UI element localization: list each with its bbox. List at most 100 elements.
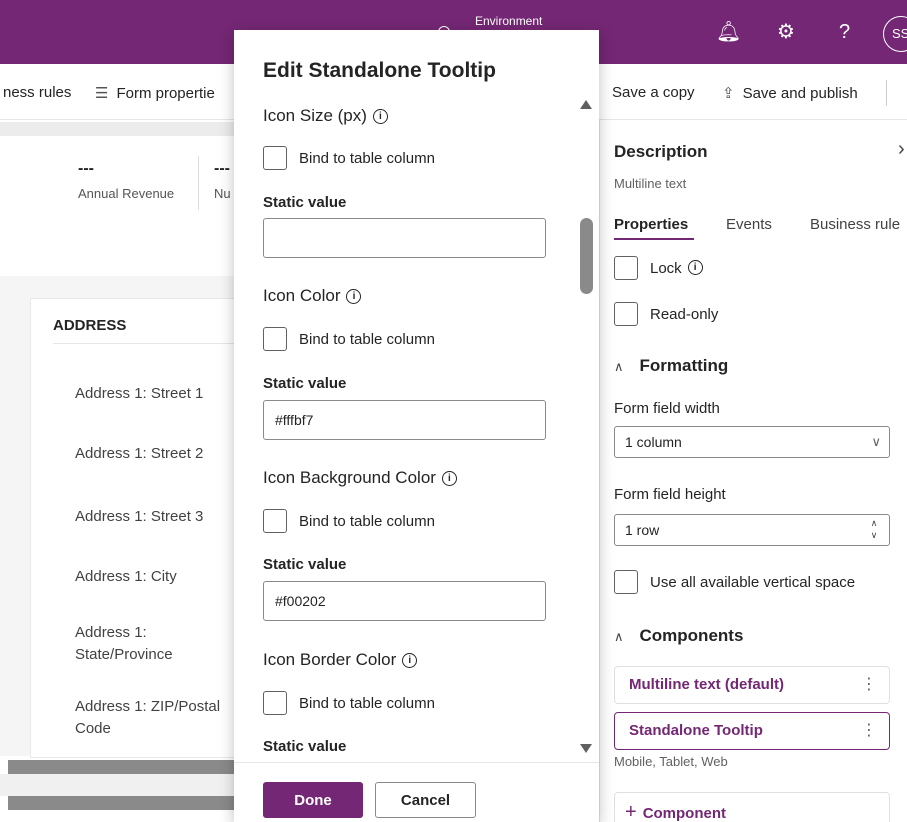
tab-indicator bbox=[614, 238, 694, 240]
save-publish-button[interactable]: ⇪ Save and publish bbox=[722, 84, 858, 102]
publish-icon: ⇪ bbox=[722, 85, 735, 102]
done-button[interactable]: Done bbox=[263, 782, 363, 818]
readonly-label: Read-only bbox=[650, 305, 719, 323]
header-field-2-value: --- bbox=[214, 160, 230, 177]
component-caption: Mobile, Tablet, Web bbox=[614, 754, 728, 769]
info-icon[interactable]: i bbox=[687, 260, 703, 276]
address-section[interactable]: ADDRESS bbox=[30, 298, 243, 758]
annual-revenue-value: --- bbox=[78, 160, 94, 177]
checkbox-icon[interactable] bbox=[263, 327, 287, 351]
scroll-up-arrow[interactable] bbox=[580, 100, 592, 109]
form-field-width-select[interactable]: 1 column ∨ bbox=[614, 426, 890, 458]
readonly-checkbox[interactable]: Read-only bbox=[614, 302, 718, 326]
info-icon[interactable]: i bbox=[441, 471, 457, 486]
vertical-space-checkbox[interactable]: Use all available vertical space bbox=[614, 570, 855, 594]
form-field-height-value: 1 row bbox=[625, 522, 660, 538]
header-strip bbox=[0, 122, 234, 136]
icon-size-heading: Icon Size (px) i bbox=[263, 106, 388, 126]
divider bbox=[234, 762, 599, 763]
icon-color-input[interactable]: #fffbf7 bbox=[263, 400, 546, 440]
stepper-icon[interactable]: ∧ ∨ bbox=[865, 517, 883, 543]
pane-title: Description bbox=[614, 142, 708, 161]
vertical-scrollbar-thumb[interactable] bbox=[580, 218, 593, 294]
form-field-height-input[interactable]: 1 row ∧ ∨ bbox=[614, 514, 890, 546]
edit-tooltip-dialog: Edit Standalone Tooltip Icon Size (px) i … bbox=[234, 30, 599, 822]
chevron-up-icon: ∧ bbox=[614, 359, 624, 374]
address-field-zip[interactable]: Address 1: ZIP/Postal Code bbox=[75, 696, 235, 740]
save-copy-button[interactable]: Save a copy bbox=[612, 84, 695, 101]
vertical-space-label: Use all available vertical space bbox=[650, 573, 856, 591]
close-icon[interactable]: › bbox=[898, 138, 905, 161]
address-field-street2[interactable]: Address 1: Street 2 bbox=[75, 443, 235, 465]
section-title: ADDRESS bbox=[53, 317, 127, 334]
icon-size-input[interactable] bbox=[263, 218, 546, 258]
info-icon[interactable]: i bbox=[402, 653, 418, 668]
icon-color-bind-checkbox[interactable]: Bind to table column bbox=[263, 327, 435, 351]
more-icon[interactable]: ⋮ bbox=[861, 667, 877, 703]
help-icon[interactable]: ? bbox=[839, 22, 850, 42]
dialog-body: Icon Size (px) i Bind to table column Sta… bbox=[234, 94, 599, 762]
add-component-button[interactable]: + Component bbox=[614, 792, 890, 822]
annual-revenue-label: Annual Revenue bbox=[78, 186, 175, 201]
static-value-label: Static value bbox=[263, 375, 347, 392]
component-multiline-text[interactable]: Multiline text (default) ⋮ bbox=[614, 666, 890, 704]
section-heading: Icon Size (px) bbox=[263, 106, 367, 125]
add-component-label: Component bbox=[642, 805, 727, 822]
form-properties-button[interactable]: ☰ Form propertie bbox=[95, 84, 215, 102]
components-heading: Components bbox=[639, 626, 744, 645]
canvas-footer bbox=[0, 774, 234, 796]
cancel-button[interactable]: Cancel bbox=[375, 782, 476, 818]
bind-label: Bind to table column bbox=[299, 330, 435, 348]
dialog-title: Edit Standalone Tooltip bbox=[263, 59, 496, 82]
icon-color-heading: Icon Color i bbox=[263, 286, 362, 306]
icon-background-color-input[interactable]: #f00202 bbox=[263, 581, 546, 621]
section-heading: Icon Color bbox=[263, 286, 341, 305]
form-properties-label: Form propertie bbox=[116, 85, 215, 102]
checkbox-icon[interactable] bbox=[614, 302, 638, 326]
chevron-down-icon: ∨ bbox=[871, 434, 881, 449]
checkbox-icon[interactable] bbox=[263, 509, 287, 533]
lock-checkbox[interactable]: Lock i bbox=[614, 256, 703, 280]
icon-border-bind-checkbox[interactable]: Bind to table column bbox=[263, 691, 435, 715]
tab-events[interactable]: Events bbox=[726, 216, 772, 233]
icon-size-bind-checkbox[interactable]: Bind to table column bbox=[263, 146, 435, 170]
icon-background-bind-checkbox[interactable]: Bind to table column bbox=[263, 509, 435, 533]
checkbox-icon[interactable] bbox=[263, 691, 287, 715]
checkbox-icon[interactable] bbox=[614, 570, 638, 594]
divider bbox=[886, 80, 887, 106]
horizontal-scrollbar[interactable] bbox=[8, 760, 234, 774]
info-icon[interactable]: i bbox=[372, 109, 388, 124]
header-field-2-label: Nu bbox=[214, 186, 231, 201]
form-field-width-value: 1 column bbox=[625, 434, 682, 450]
tab-business-rules[interactable]: Business rule bbox=[810, 216, 900, 233]
avatar[interactable]: SS bbox=[883, 16, 907, 52]
scroll-down-arrow[interactable] bbox=[580, 744, 592, 753]
icon-background-color-heading: Icon Background Color i bbox=[263, 468, 457, 488]
environment-label: Environment bbox=[475, 14, 543, 28]
tab-properties[interactable]: Properties bbox=[614, 216, 688, 233]
components-header[interactable]: ∧ Components bbox=[614, 626, 743, 646]
address-field-street1[interactable]: Address 1: Street 1 bbox=[75, 383, 235, 405]
address-field-city[interactable]: Address 1: City bbox=[75, 566, 235, 588]
pane-subtitle: Multiline text bbox=[614, 176, 687, 191]
form-field-width-label: Form field width bbox=[614, 400, 720, 417]
bell-icon[interactable]: 🔔︎ bbox=[716, 22, 741, 42]
address-field-street3[interactable]: Address 1: Street 3 bbox=[75, 506, 235, 528]
horizontal-scrollbar[interactable] bbox=[8, 796, 234, 810]
section-heading: Icon Border Color bbox=[263, 650, 397, 669]
checkbox-icon[interactable] bbox=[614, 256, 638, 280]
icon-border-color-heading: Icon Border Color i bbox=[263, 650, 418, 670]
properties-pane: Description › Multiline text Properties … bbox=[599, 120, 907, 822]
static-value-label: Static value bbox=[263, 738, 347, 755]
checkbox-icon[interactable] bbox=[263, 146, 287, 170]
save-publish-label: Save and publish bbox=[742, 85, 858, 102]
gear-icon[interactable]: ⚙ bbox=[777, 22, 795, 42]
info-icon[interactable]: i bbox=[346, 289, 362, 304]
form-field-height-label: Form field height bbox=[614, 486, 726, 503]
business-rules-button[interactable]: ness rules bbox=[3, 84, 71, 101]
address-field-state[interactable]: Address 1: State/Province bbox=[75, 622, 235, 666]
formatting-header[interactable]: ∧ Formatting bbox=[614, 356, 728, 376]
chevron-up-icon: ∧ bbox=[614, 629, 624, 644]
component-standalone-tooltip[interactable]: Standalone Tooltip ⋮ bbox=[614, 712, 890, 750]
more-icon[interactable]: ⋮ bbox=[861, 713, 877, 749]
